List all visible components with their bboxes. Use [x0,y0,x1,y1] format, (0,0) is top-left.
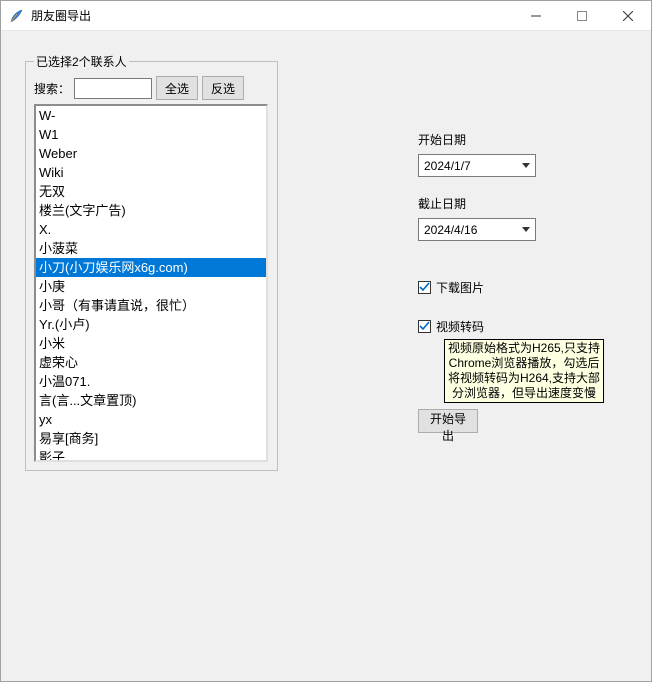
list-item[interactable]: 小米 [36,334,266,353]
left-column: 已选择2个联系人 搜索： 全选 反选 W-W1WeberWiki无双楼兰(文字广… [25,53,278,659]
list-item[interactable]: 虚荣心 [36,353,266,372]
app-icon [9,8,25,24]
select-all-button[interactable]: 全选 [156,76,198,100]
list-item[interactable]: 小菠菜 [36,239,266,258]
app-window: 朋友圈导出 已选择2个联系人 搜索： 全选 反选 [0,0,652,682]
window-title: 朋友圈导出 [31,7,91,24]
window-controls [513,1,651,30]
window-body: 已选择2个联系人 搜索： 全选 反选 W-W1WeberWiki无双楼兰(文字广… [1,31,651,681]
list-item[interactable]: 言(言...文章置顶) [36,391,266,410]
close-button[interactable] [605,1,651,30]
contact-listbox[interactable]: W-W1WeberWiki无双楼兰(文字广告)X.小菠菜小刀(小刀娱乐网x6g.… [34,104,268,462]
list-item[interactable]: 易享[商务] [36,429,266,448]
minimize-button[interactable] [513,1,559,30]
start-date-combo[interactable]: 2024/1/7 [418,154,536,177]
transcode-video-checkbox[interactable] [418,320,431,333]
export-button[interactable]: 开始导出 [418,409,478,433]
list-item[interactable]: W- [36,106,266,125]
list-item[interactable]: 小刀(小刀娱乐网x6g.com) [36,258,266,277]
download-images-checkbox[interactable] [418,281,431,294]
transcode-video-row[interactable]: 视频转码 [418,318,627,335]
end-date-label: 截止日期 [418,195,627,212]
list-item[interactable]: 影子 [36,448,266,462]
titlebar: 朋友圈导出 [1,1,651,31]
end-date-combo[interactable]: 2024/4/16 [418,218,536,241]
contacts-group: 已选择2个联系人 搜索： 全选 反选 W-W1WeberWiki无双楼兰(文字广… [25,53,278,471]
chevron-down-icon [517,155,535,176]
list-item[interactable]: yx [36,410,266,429]
maximize-button[interactable] [559,1,605,30]
chevron-down-icon [517,219,535,240]
list-item[interactable]: 楼兰(文字广告) [36,201,266,220]
end-date-value: 2024/4/16 [419,223,517,237]
invert-select-button[interactable]: 反选 [202,76,244,100]
list-item[interactable]: 无双 [36,182,266,201]
list-item[interactable]: W1 [36,125,266,144]
list-item[interactable]: X. [36,220,266,239]
search-row: 搜索： 全选 反选 [34,76,269,100]
start-date-label: 开始日期 [418,131,627,148]
list-item[interactable]: Wiki [36,163,266,182]
transcode-video-label: 视频转码 [436,318,484,335]
download-images-row[interactable]: 下载图片 [418,279,627,296]
transcode-tooltip: 视频原始格式为H265,只支持Chrome浏览器播放，勾选后将视频转码为H264… [444,339,604,403]
list-item[interactable]: Yr.(小卢) [36,315,266,334]
list-item[interactable]: 小哥（有事请直说，很忙） [36,296,266,315]
download-images-label: 下载图片 [436,279,484,296]
contacts-legend: 已选择2个联系人 [34,53,129,70]
list-item[interactable]: 小庚 [36,277,266,296]
start-date-value: 2024/1/7 [419,159,517,173]
list-item[interactable]: 小温071. [36,372,266,391]
right-column: 开始日期 2024/1/7 截止日期 2024/4/16 下载图片 [278,53,627,659]
list-item[interactable]: Weber [36,144,266,163]
search-label: 搜索： [34,80,70,97]
search-input[interactable] [74,78,152,99]
